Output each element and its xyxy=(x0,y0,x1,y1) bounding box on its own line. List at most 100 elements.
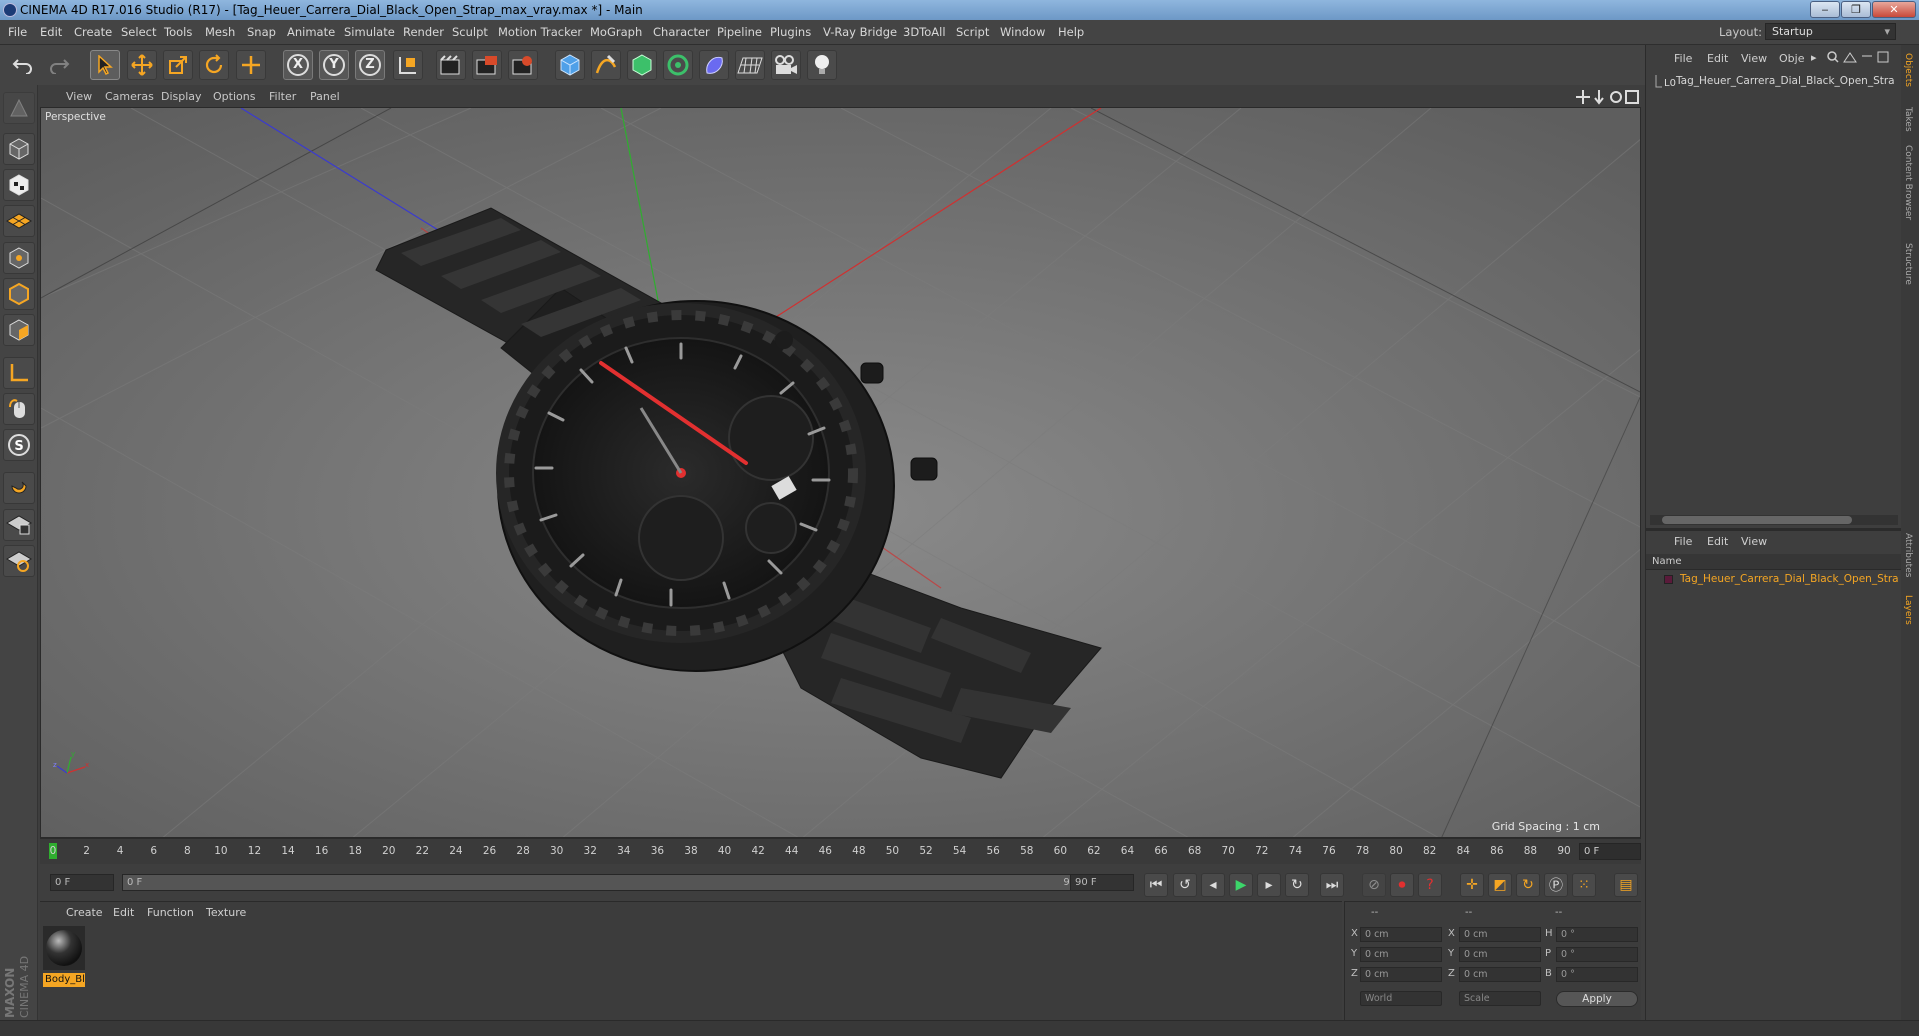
viewport-menu-view[interactable]: View xyxy=(66,90,92,103)
menu-render[interactable]: Render xyxy=(403,25,444,39)
coord-pos-z-field[interactable]: 0 cm xyxy=(1360,967,1442,982)
layer-menu-file[interactable]: File xyxy=(1674,535,1692,548)
viewport-menu-options[interactable]: Options xyxy=(213,90,255,103)
floor-grid-icon[interactable] xyxy=(735,50,765,80)
object-row[interactable]: L0 Tag_Heuer_Carrera_Dial_Black_Open_Str… xyxy=(1650,73,1900,91)
go-to-start-button[interactable]: ⏮ xyxy=(1144,873,1168,897)
x-axis-icon[interactable]: X xyxy=(283,50,313,80)
object-manager-scrollbar[interactable] xyxy=(1650,515,1898,525)
cube-primitive-icon[interactable] xyxy=(555,50,585,80)
coord-size-y-field[interactable]: 0 cm xyxy=(1459,947,1541,962)
coord-pos-y-field[interactable]: 0 cm xyxy=(1360,947,1442,962)
nurbs-icon[interactable] xyxy=(627,50,657,80)
motion-record-button[interactable]: ⊘ xyxy=(1362,873,1386,897)
3d-viewport[interactable]: x y z Perspective Grid Spacing : 1 cm xyxy=(40,107,1641,838)
timeline-ruler[interactable]: 0 2 4 6 8 10 12 14 16 18 20 22 24 26 28 30 32 34 36 38 40 42 4… xyxy=(40,838,1641,864)
menu-3dtoall[interactable]: 3DToAll xyxy=(903,25,946,39)
coord-rot-b-field[interactable]: 0 ° xyxy=(1556,967,1638,982)
start-frame-field[interactable]: 0 F xyxy=(50,874,114,891)
previous-frame-button[interactable]: ◂ xyxy=(1201,873,1225,897)
menu-window[interactable]: Window xyxy=(1000,25,1045,39)
apply-button[interactable]: Apply xyxy=(1556,991,1638,1007)
coord-rot-p-field[interactable]: 0 ° xyxy=(1556,947,1638,962)
menu-sculpt[interactable]: Sculpt xyxy=(452,25,488,39)
points-mode-icon[interactable] xyxy=(3,242,35,274)
model-mode-icon[interactable] xyxy=(3,133,35,165)
go-to-end-button[interactable]: ⏭ xyxy=(1320,873,1344,897)
side-tab-takes[interactable]: Takes xyxy=(1903,107,1913,132)
viewport-menu-cameras[interactable]: Cameras xyxy=(105,90,154,103)
close-button[interactable]: ✕ xyxy=(1872,1,1916,18)
record-active-objects-button[interactable]: ⏺ xyxy=(1390,873,1414,897)
z-axis-icon[interactable]: Z xyxy=(355,50,385,80)
spline-pen-icon[interactable] xyxy=(591,50,621,80)
rotate-icon[interactable] xyxy=(199,50,229,80)
chevron-right-icon[interactable]: ▸ xyxy=(1811,51,1817,64)
autokeying-button[interactable]: ? xyxy=(1418,873,1442,897)
layer-menu-view[interactable]: View xyxy=(1741,535,1767,548)
menu-mograph[interactable]: MoGraph xyxy=(590,25,642,39)
material-menu-edit[interactable]: Edit xyxy=(113,906,134,919)
object-menu-view[interactable]: View xyxy=(1741,52,1767,65)
edit-render-settings-icon[interactable] xyxy=(508,50,538,80)
maximize-button[interactable]: ❐ xyxy=(1841,1,1871,18)
menu-select[interactable]: Select xyxy=(121,25,156,39)
tweak-mode-icon[interactable] xyxy=(3,393,35,425)
side-tab-objects[interactable]: Objects xyxy=(1903,53,1913,87)
key-pla-button[interactable]: ⁙ xyxy=(1572,873,1596,897)
viewport-nav-icons[interactable] xyxy=(1575,89,1639,105)
viewport-menu-panel[interactable]: Panel xyxy=(310,90,340,103)
menu-mesh[interactable]: Mesh xyxy=(205,25,235,39)
side-tab-structure[interactable]: Structure xyxy=(1903,243,1913,285)
minimize-button[interactable]: ‒ xyxy=(1810,1,1840,18)
menu-edit[interactable]: Edit xyxy=(40,25,62,39)
texture-mode-icon[interactable] xyxy=(3,169,35,201)
menu-pipeline[interactable]: Pipeline xyxy=(717,25,762,39)
previous-keyframe-button[interactable]: ↺ xyxy=(1173,873,1197,897)
menu-simulate[interactable]: Simulate xyxy=(344,25,395,39)
viewport-menu-filter[interactable]: Filter xyxy=(269,90,296,103)
key-rotation-button[interactable]: ↻ xyxy=(1516,873,1540,897)
key-scale-button[interactable]: ◩ xyxy=(1488,873,1512,897)
light-bulb-icon[interactable] xyxy=(807,50,837,80)
coord-pos-x-field[interactable]: 0 cm xyxy=(1360,927,1442,942)
render-view-icon[interactable] xyxy=(436,50,466,80)
deformer-icon[interactable] xyxy=(699,50,729,80)
side-tab-layers[interactable]: Layers xyxy=(1903,595,1913,625)
menu-script[interactable]: Script xyxy=(956,25,989,39)
object-menu-edit[interactable]: Edit xyxy=(1707,52,1728,65)
menu-snap[interactable]: Snap xyxy=(247,25,276,39)
snap-s-icon[interactable]: S xyxy=(3,429,35,461)
menu-create[interactable]: Create xyxy=(74,25,112,39)
coord-size-x-field[interactable]: 0 cm xyxy=(1459,927,1541,942)
layer-row[interactable]: Tag_Heuer_Carrera_Dial_Black_Open_Stra xyxy=(1650,572,1900,588)
frame-range-slider[interactable]: 0 F 90 F xyxy=(122,874,1102,891)
viewport-menu-display[interactable]: Display xyxy=(161,90,202,103)
object-menu-file[interactable]: File xyxy=(1674,52,1692,65)
polygons-mode-icon[interactable] xyxy=(3,314,35,346)
layout-dropdown[interactable]: Startup xyxy=(1765,23,1896,40)
side-tab-content-browser[interactable]: Content Browser xyxy=(1903,145,1913,220)
quantize-icon[interactable] xyxy=(3,545,35,577)
lock-workplane-icon[interactable] xyxy=(3,509,35,541)
next-frame-button[interactable]: ▸ xyxy=(1257,873,1281,897)
menu-vray-bridge[interactable]: V-Ray Bridge xyxy=(823,25,897,39)
object-menu-objects[interactable]: Obje xyxy=(1779,52,1804,65)
side-tab-attributes[interactable]: Attributes xyxy=(1903,533,1913,577)
material-swatch[interactable]: Body_Bl xyxy=(43,926,85,987)
timeline-window-button[interactable]: ▤ xyxy=(1614,873,1638,897)
material-menu-texture[interactable]: Texture xyxy=(206,906,246,919)
render-picture-viewer-icon[interactable] xyxy=(472,50,502,80)
menu-tools[interactable]: Tools xyxy=(164,25,192,39)
timeline-current-frame[interactable]: 0 F xyxy=(1579,843,1641,860)
object-manager-nav-icons[interactable] xyxy=(1826,50,1898,64)
next-keyframe-button[interactable]: ↻ xyxy=(1285,873,1309,897)
scale-icon[interactable] xyxy=(163,50,193,80)
play-button[interactable]: ▶ xyxy=(1229,873,1253,897)
make-editable-icon[interactable] xyxy=(3,92,35,124)
select-arrow-icon[interactable] xyxy=(90,50,120,80)
scrollbar-thumb[interactable] xyxy=(1662,516,1852,524)
camera-icon[interactable] xyxy=(771,50,801,80)
mograph-cloner-icon[interactable] xyxy=(663,50,693,80)
undo-icon[interactable] xyxy=(8,50,38,80)
